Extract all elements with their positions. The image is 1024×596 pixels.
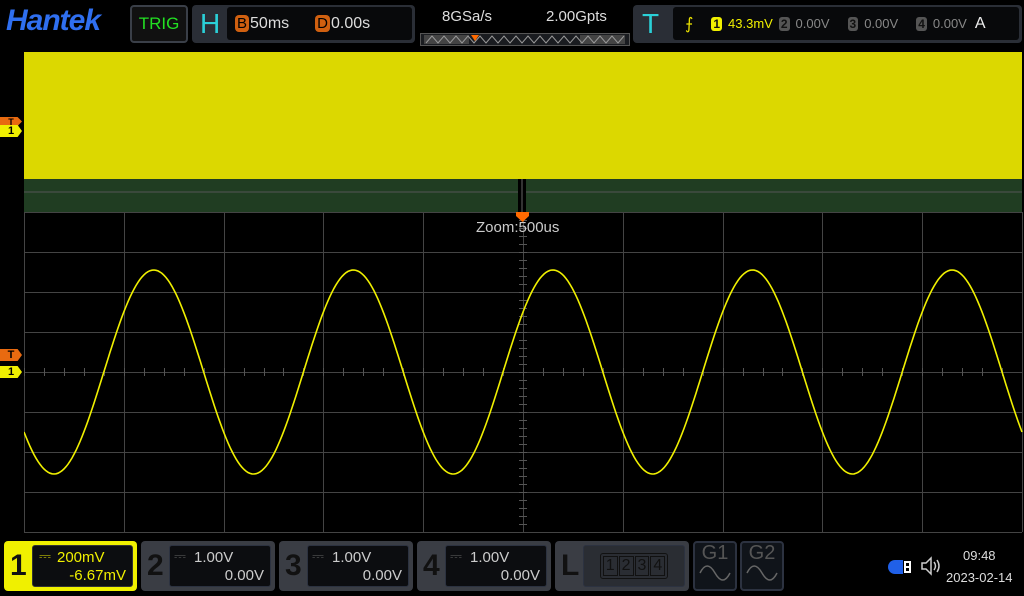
sample-rate: 8GSa/s (442, 8, 492, 25)
trigger-ch2-tag: 2 (779, 17, 790, 31)
trigger-label: T (642, 8, 659, 40)
logic-button[interactable]: L 1 2 3 4 (555, 541, 689, 591)
trigger-position-marker[interactable] (516, 212, 530, 222)
dc-coupling-icon: ⎓ (312, 548, 324, 565)
overview-ch1-marker[interactable]: 1 (0, 125, 22, 137)
generator-2-label: G2 (742, 543, 782, 563)
generator-1-label: G1 (695, 543, 735, 563)
channel-1-button[interactable]: 1 ⎓ 200mV -6.67mV (4, 541, 137, 591)
channel-3-number: 3 (285, 549, 302, 583)
trigger-ch2-level: 0.00V (796, 16, 830, 31)
trigger-ch1-tag: 1 (711, 17, 722, 31)
memory-position-bar[interactable] (420, 33, 630, 47)
trigger-status-button[interactable]: TRIG (130, 5, 188, 43)
delay-tag: D (315, 15, 330, 32)
channel-4-offset: 0.00V (501, 567, 540, 584)
overview-trigger-marker[interactable]: T (0, 117, 22, 126)
trigger-ch3-level: 0.00V (864, 16, 898, 31)
trigger-level-marker[interactable]: T (0, 349, 22, 361)
channel-1-number: 1 (10, 549, 27, 583)
logic-bit: 4 (650, 556, 665, 576)
channel-2-scale: 1.00V (194, 549, 233, 566)
trigger-ch4-level: 0.00V (933, 16, 967, 31)
logic-label: L (561, 549, 579, 583)
trigger-panel[interactable]: T ⨍ 1 43.3mV 2 0.00V 3 0.00V 4 0.00V A (633, 5, 1022, 43)
delay-value: 0.00s (331, 15, 370, 32)
memory-depth: 2.00Gpts (546, 8, 607, 25)
channel-3-button[interactable]: 3 ⎓ 1.00V 0.00V (279, 541, 413, 591)
overview-zoom-region (24, 179, 1022, 213)
channel-4-button[interactable]: 4 ⎓ 1.00V 0.00V (417, 541, 551, 591)
trigger-ch1-level: 43.3mV (728, 16, 773, 31)
rising-edge-icon: ⨍ (685, 14, 693, 34)
generator-2-button[interactable]: G2 (740, 541, 784, 591)
trigger-mode: A (975, 15, 986, 33)
channel-3-scale: 1.00V (332, 549, 371, 566)
logic-bit: 1 (603, 556, 618, 576)
horizontal-panel[interactable]: H B50ms D0.00s (192, 5, 415, 43)
channel-1-scale: 200mV (57, 549, 105, 566)
generator-1-button[interactable]: G1 (693, 541, 737, 591)
overview-waveform[interactable] (24, 52, 1022, 179)
waveform-grid[interactable] (24, 212, 1023, 533)
dc-coupling-icon: ⎓ (174, 548, 186, 565)
clock-date: 2023-02-14 (946, 570, 1013, 585)
trigger-ch4-tag: 4 (916, 17, 927, 31)
channel-2-offset: 0.00V (225, 567, 264, 584)
channel-2-button[interactable]: 2 ⎓ 1.00V 0.00V (141, 541, 275, 591)
usb-icon[interactable] (887, 558, 913, 576)
channel-4-scale: 1.00V (470, 549, 509, 566)
dc-coupling-icon: ⎓ (450, 548, 462, 565)
clock-time: 09:48 (963, 548, 996, 563)
ch1-offset-marker[interactable]: 1 (0, 366, 22, 378)
logic-bit: 3 (635, 556, 650, 576)
trigger-ch3-tag: 3 (848, 17, 859, 31)
logic-bit: 2 (619, 556, 634, 576)
channel-2-number: 2 (147, 549, 164, 583)
speaker-icon[interactable] (920, 556, 942, 576)
horizontal-label: H (200, 8, 220, 40)
logic-bits: 1 2 3 4 (600, 553, 669, 579)
timebase-value: 50ms (250, 15, 289, 32)
dc-coupling-icon: ⎓ (39, 548, 51, 565)
sine-icon (698, 563, 732, 583)
channel-1-offset: -6.67mV (69, 567, 126, 584)
base-tag: B (235, 15, 249, 32)
sine-icon (745, 563, 779, 583)
channel-3-offset: 0.00V (363, 567, 402, 584)
channel-4-number: 4 (423, 549, 440, 583)
hantek-logo: Hantek (6, 4, 100, 38)
